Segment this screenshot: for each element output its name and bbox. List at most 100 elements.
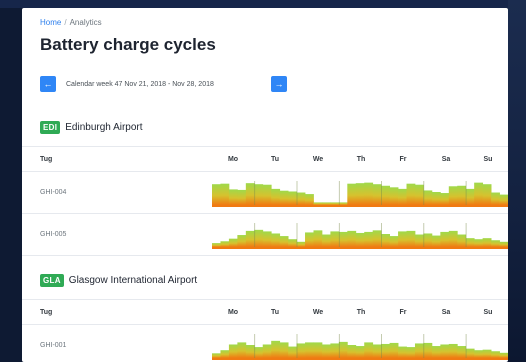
charge-level-bar bbox=[448, 186, 458, 205]
charge-level-bar bbox=[389, 342, 399, 358]
day-header-mo: Mo bbox=[227, 156, 239, 163]
charge-level-bar bbox=[296, 192, 306, 205]
day-header-th: Th bbox=[356, 309, 366, 316]
charge-level-bar bbox=[237, 189, 247, 205]
airport-code-badge: EDI bbox=[40, 120, 61, 134]
charge-level-bar bbox=[491, 351, 500, 358]
day-header-sa: Sa bbox=[441, 156, 451, 163]
charge-level-bar bbox=[398, 231, 407, 247]
charge-level-bar bbox=[372, 230, 382, 247]
charge-level-bar bbox=[296, 241, 306, 247]
charge-level-bar bbox=[347, 345, 357, 358]
charge-level-bar bbox=[262, 184, 272, 205]
day-divider bbox=[338, 223, 340, 247]
day-divider bbox=[296, 181, 298, 205]
charge-level-bar bbox=[321, 344, 331, 358]
chart-baseline bbox=[212, 205, 508, 207]
charge-chart-ghi-005 bbox=[212, 223, 508, 249]
day-divider bbox=[254, 223, 256, 247]
window-backdrop bbox=[508, 0, 526, 362]
charge-level-bar bbox=[313, 342, 323, 358]
charge-level-bar bbox=[364, 342, 374, 358]
charge-level-bar bbox=[220, 241, 230, 247]
charge-level-bar bbox=[279, 190, 289, 205]
charge-level-bar bbox=[423, 342, 433, 358]
charge-level-bar bbox=[431, 235, 441, 247]
charge-level-bar bbox=[271, 188, 281, 205]
charge-level-bar bbox=[389, 236, 399, 247]
charge-level-bar bbox=[414, 184, 424, 205]
breadcrumb-home-link[interactable]: Home bbox=[40, 18, 61, 27]
charge-level-bar bbox=[355, 346, 365, 358]
charge-level-bar bbox=[448, 230, 458, 247]
charge-level-bar bbox=[364, 231, 374, 247]
day-divider bbox=[423, 223, 425, 247]
table-row[interactable]: GHI-005 bbox=[22, 214, 508, 256]
day-divider bbox=[254, 181, 256, 205]
charge-level-bar bbox=[398, 346, 407, 358]
day-divider bbox=[465, 181, 467, 205]
charge-level-bar bbox=[347, 230, 357, 247]
charge-level-bar bbox=[440, 231, 450, 247]
charge-level-bar bbox=[457, 234, 467, 247]
charge-level-bar bbox=[431, 192, 441, 205]
charge-level-bar bbox=[465, 238, 475, 247]
table-row[interactable]: GHI-004 bbox=[22, 172, 508, 214]
table-row[interactable]: GHI-001 bbox=[22, 325, 508, 362]
charge-level-bar bbox=[313, 230, 323, 247]
charge-level-bar bbox=[321, 202, 331, 205]
charge-level-bar bbox=[220, 183, 230, 205]
airport-code-badge: GLA bbox=[40, 273, 64, 287]
arrow-left-icon: ← bbox=[43, 78, 53, 89]
page-title: Battery charge cycles bbox=[40, 35, 216, 54]
airport-name: Glasgow International Airport bbox=[68, 274, 198, 286]
charge-level-bar bbox=[431, 346, 441, 358]
column-header-tug: Tug bbox=[40, 309, 53, 316]
charge-level-bar bbox=[254, 229, 264, 247]
charge-level-bar bbox=[491, 192, 500, 205]
day-header-tu: Tu bbox=[270, 309, 280, 316]
day-divider bbox=[381, 334, 382, 358]
charge-level-bar bbox=[254, 184, 264, 205]
day-header-su: Su bbox=[483, 309, 493, 316]
charge-level-bar bbox=[423, 233, 433, 247]
charge-level-bar bbox=[389, 187, 399, 205]
day-divider bbox=[465, 334, 467, 358]
day-divider bbox=[465, 223, 467, 247]
arrow-right-icon: → bbox=[274, 78, 284, 89]
next-week-button[interactable]: → bbox=[271, 76, 287, 92]
charge-level-bar bbox=[372, 344, 382, 358]
charge-level-bar bbox=[330, 202, 340, 205]
charge-level-bar bbox=[364, 182, 374, 205]
charge-level-bar bbox=[237, 235, 247, 247]
day-header-mo: Mo bbox=[227, 309, 239, 316]
charge-level-bar bbox=[288, 239, 297, 247]
charge-level-bar bbox=[271, 340, 281, 358]
charge-level-bar bbox=[499, 352, 508, 358]
airport-name: Edinburgh Airport bbox=[65, 121, 143, 133]
chart-baseline bbox=[212, 247, 508, 249]
day-header-su: Su bbox=[483, 156, 493, 163]
day-divider bbox=[254, 334, 256, 358]
charge-level-bar bbox=[228, 344, 238, 358]
charge-level-bar bbox=[212, 353, 221, 358]
day-header-we: We bbox=[312, 309, 324, 316]
charge-level-bar bbox=[440, 193, 450, 205]
week-range-label: Calendar week 47 Nov 21, 2018 - Nov 28, … bbox=[66, 81, 214, 88]
day-divider bbox=[423, 334, 425, 358]
charge-level-bar bbox=[338, 341, 348, 358]
previous-week-button[interactable]: ← bbox=[40, 76, 56, 92]
charge-level-bar bbox=[288, 346, 297, 358]
charge-level-bar bbox=[414, 234, 424, 247]
charge-level-bar bbox=[482, 238, 492, 247]
charge-level-bar bbox=[398, 188, 407, 205]
charge-level-bar bbox=[406, 347, 416, 358]
charge-level-bar bbox=[279, 236, 289, 247]
charge-level-bar bbox=[372, 184, 382, 205]
charge-level-bar bbox=[288, 191, 297, 205]
charge-level-bar bbox=[499, 194, 508, 205]
airport-header-edi: EDI Edinburgh Airport bbox=[40, 119, 143, 135]
charge-level-bar bbox=[440, 344, 450, 358]
charge-level-bar bbox=[482, 349, 492, 358]
day-header-we: We bbox=[312, 156, 324, 163]
